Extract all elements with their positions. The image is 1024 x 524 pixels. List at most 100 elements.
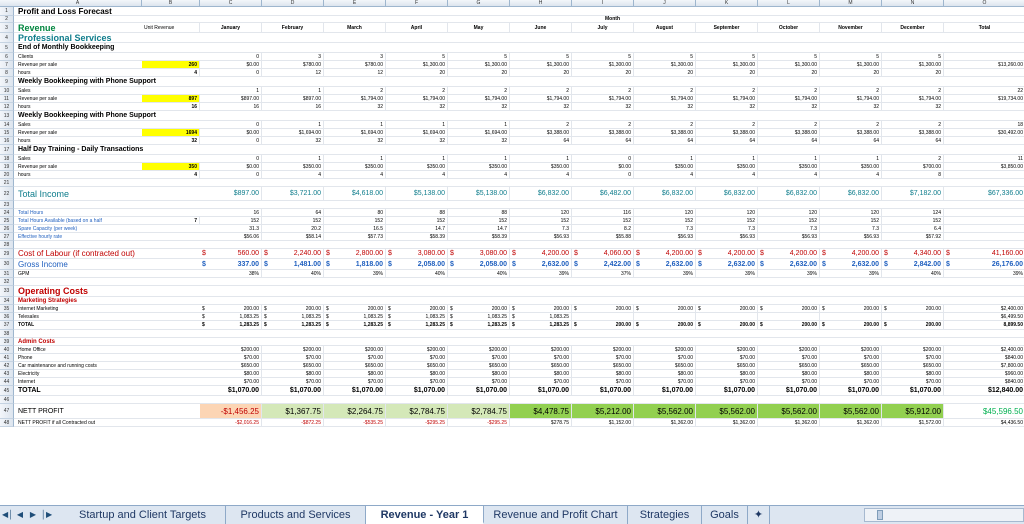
value-cell-m[interactable]: 39% bbox=[820, 270, 882, 277]
column-header-f[interactable]: F bbox=[386, 0, 448, 7]
value-cell-n[interactable]: 64 bbox=[882, 137, 944, 144]
row-header-10[interactable]: 10 bbox=[0, 87, 14, 95]
value-cell-o[interactable] bbox=[944, 233, 1024, 240]
value-cell-f[interactable]: 32 bbox=[386, 137, 448, 144]
column-header-d[interactable]: D bbox=[262, 0, 324, 7]
value-cell-k[interactable]: $3,388.00 bbox=[696, 129, 758, 136]
row-header-35[interactable]: 35 bbox=[0, 305, 14, 313]
value-cell-o[interactable]: 18 bbox=[944, 121, 1024, 128]
value-cell-f[interactable]: $200.00 bbox=[386, 346, 448, 353]
value-cell-e[interactable]: $70.00 bbox=[324, 378, 386, 385]
value-cell-h[interactable]: $1,083.25 bbox=[510, 313, 572, 320]
value-cell-h[interactable]: $4,478.75 bbox=[510, 404, 572, 418]
value-cell-l[interactable]: 32 bbox=[758, 103, 820, 110]
value-cell-o[interactable]: $19,734.00 bbox=[944, 95, 1024, 102]
value-cell-g[interactable]: 2 bbox=[448, 87, 510, 94]
value-cell-g[interactable]: 152 bbox=[448, 217, 510, 224]
value-cell-j[interactable]: $6,832.00 bbox=[634, 187, 696, 200]
value-cell-j[interactable]: 32 bbox=[634, 103, 696, 110]
value-cell-c[interactable]: $70.00 bbox=[200, 354, 262, 361]
value-cell-o[interactable]: $2,400.00 bbox=[944, 346, 1024, 353]
value-cell-f[interactable]: 40% bbox=[386, 270, 448, 277]
value-cell-h[interactable]: $200.00 bbox=[510, 346, 572, 353]
value-cell-l[interactable]: $350.00 bbox=[758, 163, 820, 170]
value-cell-e[interactable]: $2,264.75 bbox=[324, 404, 386, 418]
value-cell-h[interactable]: $1,300.00 bbox=[510, 61, 572, 68]
value-cell-j[interactable] bbox=[634, 313, 696, 320]
value-cell-k[interactable]: $70.00 bbox=[696, 378, 758, 385]
value-cell-f[interactable]: $200.00 bbox=[386, 305, 448, 312]
value-cell-i[interactable]: $200.00 bbox=[572, 305, 634, 312]
value-cell-h[interactable]: $650.00 bbox=[510, 362, 572, 369]
value-cell-n[interactable]: 8 bbox=[882, 171, 944, 178]
value-cell-i[interactable]: 0 bbox=[572, 171, 634, 178]
value-cell-l[interactable]: $1,794.00 bbox=[758, 95, 820, 102]
row-header-2[interactable]: 2 bbox=[0, 16, 14, 23]
value-cell-e[interactable]: $70.00 bbox=[324, 354, 386, 361]
value-cell-d[interactable]: $780.00 bbox=[262, 61, 324, 68]
value-cell-l[interactable]: $80.00 bbox=[758, 370, 820, 377]
value-cell-d[interactable]: $70.00 bbox=[262, 378, 324, 385]
value-cell-f[interactable]: $1,083.25 bbox=[386, 313, 448, 320]
sheet-tab-revenue-year-1[interactable]: Revenue - Year 1 bbox=[366, 506, 484, 524]
value-cell-n[interactable]: $2,842.00 bbox=[882, 259, 944, 269]
value-cell-g[interactable]: 1 bbox=[448, 121, 510, 128]
value-cell-j[interactable]: $200.00 bbox=[634, 346, 696, 353]
horizontal-scrollbar[interactable] bbox=[864, 508, 1024, 522]
value-cell-l[interactable]: $1,300.00 bbox=[758, 61, 820, 68]
value-cell-g[interactable]: $80.00 bbox=[448, 370, 510, 377]
month-header-august[interactable]: August bbox=[634, 23, 696, 32]
column-header-n[interactable]: N bbox=[882, 0, 944, 7]
value-cell-g[interactable]: $1,070.00 bbox=[448, 386, 510, 395]
value-cell-h[interactable]: $4,200.00 bbox=[510, 249, 572, 258]
value-cell-d[interactable]: 20.2 bbox=[262, 225, 324, 232]
value-cell-l[interactable]: $4,200.00 bbox=[758, 249, 820, 258]
value-cell-c[interactable]: 0 bbox=[200, 69, 262, 76]
unit-revenue-cell[interactable]: 4 bbox=[142, 69, 200, 76]
row-header-46[interactable]: 46 bbox=[0, 396, 14, 404]
value-cell-n[interactable]: $4,340.00 bbox=[882, 249, 944, 258]
row-header-38[interactable]: 38 bbox=[0, 330, 14, 338]
value-cell-g[interactable]: $200.00 bbox=[448, 305, 510, 312]
value-cell-d[interactable]: 16 bbox=[262, 103, 324, 110]
value-cell-c[interactable]: $1,070.00 bbox=[200, 386, 262, 395]
value-cell-o[interactable]: $4,436.50 bbox=[944, 419, 1024, 426]
value-cell-c[interactable]: $1,283.25 bbox=[200, 321, 262, 329]
value-cell-m[interactable]: 4 bbox=[820, 171, 882, 178]
value-cell-i[interactable]: $4,060.00 bbox=[572, 249, 634, 258]
value-cell-j[interactable]: $2,632.00 bbox=[634, 259, 696, 269]
value-cell-g[interactable]: 1 bbox=[448, 155, 510, 162]
value-cell-k[interactable]: $350.00 bbox=[696, 163, 758, 170]
row-header-13[interactable]: 13 bbox=[0, 111, 14, 121]
prev-sheet-icon[interactable]: ◀ bbox=[15, 508, 25, 522]
value-cell-n[interactable]: $650.00 bbox=[882, 362, 944, 369]
value-cell-g[interactable]: $1,794.00 bbox=[448, 95, 510, 102]
value-cell-j[interactable]: $56.93 bbox=[634, 233, 696, 240]
row-header-4[interactable]: 4 bbox=[0, 33, 14, 43]
value-cell-o[interactable]: 8,899.50 bbox=[944, 321, 1024, 329]
value-cell-j[interactable]: 39% bbox=[634, 270, 696, 277]
value-cell-f[interactable]: $70.00 bbox=[386, 354, 448, 361]
value-cell-i[interactable]: 8.2 bbox=[572, 225, 634, 232]
row-header-3[interactable]: 3 bbox=[0, 23, 14, 33]
value-cell-h[interactable]: $1,070.00 bbox=[510, 386, 572, 395]
unit-revenue-cell[interactable]: 350 bbox=[142, 163, 200, 170]
value-cell-h[interactable]: $2,632.00 bbox=[510, 259, 572, 269]
value-cell-c[interactable]: 0 bbox=[200, 171, 262, 178]
value-cell-h[interactable]: $1,283.25 bbox=[510, 321, 572, 329]
value-cell-m[interactable]: 64 bbox=[820, 137, 882, 144]
value-cell-f[interactable]: $1,070.00 bbox=[386, 386, 448, 395]
last-sheet-icon[interactable]: │▶ bbox=[41, 508, 52, 522]
value-cell-i[interactable]: $1,794.00 bbox=[572, 95, 634, 102]
row-header-40[interactable]: 40 bbox=[0, 346, 14, 354]
value-cell-e[interactable]: 1 bbox=[324, 121, 386, 128]
value-cell-e[interactable]: $1,694.00 bbox=[324, 129, 386, 136]
value-cell-i[interactable]: 32 bbox=[572, 103, 634, 110]
value-cell-l[interactable]: $200.00 bbox=[758, 321, 820, 329]
value-cell-m[interactable]: $1,794.00 bbox=[820, 95, 882, 102]
value-cell-j[interactable]: 64 bbox=[634, 137, 696, 144]
value-cell-m[interactable]: $3,388.00 bbox=[820, 129, 882, 136]
value-cell-g[interactable]: 32 bbox=[448, 137, 510, 144]
value-cell-e[interactable]: $1,083.25 bbox=[324, 313, 386, 320]
column-header-k[interactable]: K bbox=[696, 0, 758, 7]
